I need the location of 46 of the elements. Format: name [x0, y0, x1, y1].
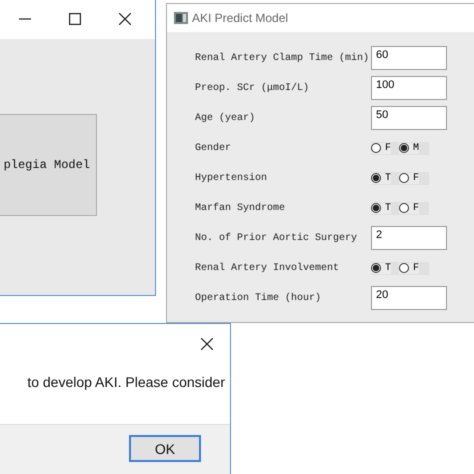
- field-label: Operation Time (hour): [195, 292, 322, 304]
- app-icon: [174, 12, 188, 24]
- radio-option[interactable]: F: [399, 172, 420, 184]
- model-button[interactable]: plegia Model: [0, 114, 97, 216]
- message-text: to develop AKI. Please consider: [27, 374, 225, 390]
- radio-label: F: [413, 202, 420, 214]
- radio-label: T: [385, 202, 392, 214]
- radio-label: F: [413, 172, 420, 184]
- radio-option[interactable]: F: [399, 202, 420, 214]
- radio-label: T: [385, 172, 392, 184]
- radio-button[interactable]: [399, 263, 410, 273]
- close-icon[interactable]: [119, 13, 131, 25]
- field-label: No. of Prior Aortic Surgery: [195, 232, 358, 244]
- radio-button[interactable]: [399, 173, 410, 183]
- input-field[interactable]: 60: [371, 46, 447, 70]
- radio-label: M: [413, 142, 420, 154]
- radio-option[interactable]: M: [399, 142, 420, 154]
- input-field[interactable]: 20: [371, 286, 447, 310]
- radio-option[interactable]: F: [399, 262, 420, 274]
- field-label: Renal Artery Clamp Time (min): [195, 52, 370, 64]
- radio-option[interactable]: F: [371, 142, 392, 154]
- field-label: Age (year): [195, 112, 256, 124]
- window-title: AKI Predict Model: [192, 11, 288, 25]
- field-label: Renal Artery Involvement: [195, 262, 340, 274]
- radio-option[interactable]: T: [371, 202, 392, 214]
- radio-label: F: [385, 142, 392, 154]
- radio-option[interactable]: T: [371, 262, 392, 274]
- close-icon[interactable]: [201, 338, 213, 350]
- field-label: Marfan Syndrome: [195, 202, 286, 214]
- radio-button[interactable]: [399, 143, 410, 153]
- radio-button[interactable]: [399, 203, 410, 213]
- radio-button[interactable]: [371, 143, 381, 153]
- input-field[interactable]: 50: [371, 106, 447, 130]
- input-field[interactable]: 100: [371, 76, 447, 100]
- field-label: Preop. SCr (μmoI/L): [195, 82, 310, 94]
- radio-button[interactable]: [371, 173, 381, 183]
- field-label: Hypertension: [195, 172, 268, 184]
- ok-button[interactable]: OK: [129, 435, 201, 462]
- radio-button[interactable]: [371, 263, 381, 273]
- radio-button[interactable]: [371, 203, 381, 213]
- radio-label: F: [413, 262, 420, 274]
- input-field[interactable]: 2: [371, 226, 447, 250]
- maximize-icon[interactable]: [69, 13, 81, 25]
- radio-option[interactable]: T: [371, 172, 392, 184]
- field-label: Gender: [195, 142, 232, 154]
- radio-label: T: [385, 262, 392, 274]
